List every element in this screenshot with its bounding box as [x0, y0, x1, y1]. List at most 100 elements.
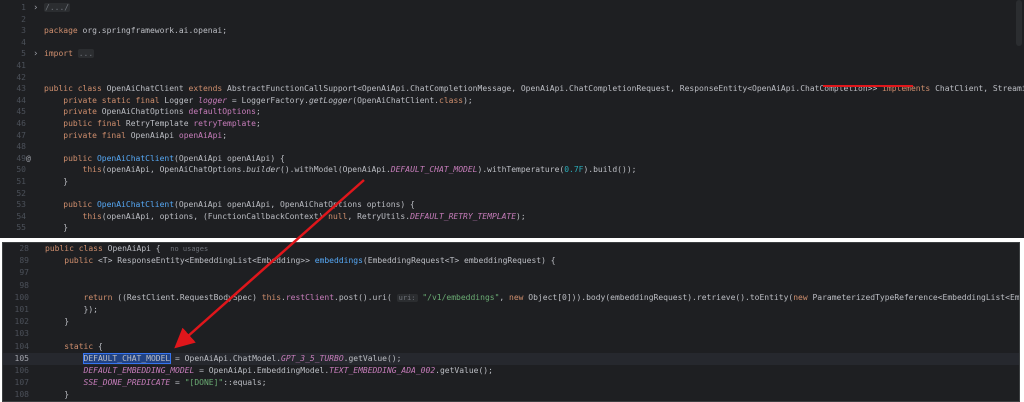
code-text: });	[45, 304, 98, 316]
line-number: 3	[21, 26, 26, 36]
line-number: 45	[16, 107, 26, 117]
line-number: 98	[19, 280, 29, 290]
top-code-editor[interactable]: 1 › /.../ 2 3 package org.springframework.ai.…	[0, 0, 1024, 238]
code-token: public final	[63, 119, 126, 128]
selected-token[interactable]: DEFAULT_CHAT_MODEL	[82, 352, 172, 364]
code-line[interactable]: 3 package org.springframework.ai.openai;	[0, 25, 1024, 37]
line-number: 107	[14, 378, 29, 388]
code-token: ;	[222, 130, 228, 140]
code-token: <T> ResponseEntity<EmbeddingList<Embeddi…	[97, 256, 315, 266]
line-number: 49	[16, 153, 26, 163]
code-text: public OpenAiChatClient(OpenAiApi openAi…	[44, 199, 415, 211]
line-number: 42	[16, 72, 26, 82]
code-token: defaultOptions	[188, 107, 256, 117]
code-token: (OpenAiChatClient.	[352, 95, 439, 105]
code-token: org.springframework.ai.openai;	[82, 26, 228, 36]
line-number: 97	[19, 268, 29, 278]
code-token: this	[82, 211, 102, 221]
code-token: (OpenAiApi openAiApi) {	[174, 153, 285, 163]
code-token: ,	[499, 292, 510, 302]
code-line[interactable]: 55 }	[0, 222, 1024, 234]
code-token: DEFAULT_EMBEDDING_MODEL	[83, 366, 195, 375]
code-line[interactable]: 41	[0, 60, 1024, 72]
code-token: {	[97, 341, 103, 351]
code-line[interactable]: 101 });	[3, 304, 1019, 316]
code-token: ;	[255, 119, 261, 128]
code-text: static {	[45, 341, 103, 353]
code-line[interactable]: 54 this(openAiApi, options, (FunctionCal…	[0, 211, 1024, 223]
code-line[interactable]: 1 › /.../	[0, 2, 1024, 14]
code-line[interactable]: 50 this(openAiApi, OpenAiChatOptions.bui…	[0, 164, 1024, 176]
code-line[interactable]: 53 public OpenAiChatClient(OpenAiApi ope…	[0, 199, 1024, 211]
code-line[interactable]: 2	[0, 14, 1024, 26]
code-line[interactable]: 44 private static final Logger logger = …	[0, 95, 1024, 107]
code-text: }	[45, 316, 69, 328]
code-token: null	[328, 211, 348, 221]
code-token: package	[44, 26, 83, 36]
code-line[interactable]: 103	[3, 328, 1019, 340]
code-token: ParameterizedTypeReference<EmbeddingList…	[812, 292, 1020, 302]
fold-chevron-icon[interactable]: ›	[33, 2, 38, 14]
code-line[interactable]: 48	[0, 141, 1024, 153]
override-annotation-icon[interactable]: @	[26, 153, 31, 165]
code-token: getLogger	[308, 95, 353, 105]
code-text: private final OpenAiApi openAiApi;	[44, 130, 227, 142]
code-line[interactable]: 104 static {	[3, 341, 1019, 353]
code-line[interactable]: 89 public <T> ResponseEntity<EmbeddingLi…	[3, 255, 1019, 267]
code-text: }	[44, 176, 68, 188]
code-token: OpenAiChatClient	[106, 84, 189, 94]
code-token: OpenAiApi	[130, 130, 179, 140]
code-line[interactable]: 28 public class OpenAiApi { no usages	[3, 243, 1019, 255]
code-line[interactable]: 5 › import ...	[0, 48, 1024, 60]
code-line[interactable]: 51 }	[0, 176, 1024, 188]
folded-region[interactable]: /.../	[44, 3, 71, 12]
code-token: openAiApi	[178, 130, 223, 140]
implements-chatclient-underline	[823, 85, 913, 87]
code-token: new	[509, 292, 529, 302]
code-token: no usages	[170, 245, 209, 253]
code-line[interactable]: 100 return ((RestClient.RequestBodySpec)…	[3, 292, 1019, 304]
code-token: DEFAULT_RETRY_TEMPLATE	[410, 211, 517, 221]
code-line[interactable]: 49 @ public OpenAiChatClient(OpenAiApi op…	[0, 153, 1024, 165]
code-token: , RetryUtils.	[347, 211, 411, 221]
code-line[interactable]: 105 DEFAULT_CHAT_MODEL = OpenAiApi.ChatM…	[3, 352, 1019, 365]
code-line[interactable]: 47 private final OpenAiApi openAiApi;	[0, 130, 1024, 142]
code-line[interactable]: 107 SSE_DONE_PREDICATE = "[DONE]"::equal…	[3, 377, 1019, 389]
bottom-code-editor[interactable]: 28 public class OpenAiApi { no usages 89 p…	[2, 242, 1020, 402]
code-token: public	[64, 256, 98, 266]
code-text: this(openAiApi, options, (FunctionCallba…	[44, 211, 526, 223]
code-text: SSE_DONE_PREDICATE = "[DONE]"::equals;	[45, 377, 267, 389]
code-token: logger	[198, 95, 228, 105]
code-text: /.../	[44, 2, 71, 14]
code-token: this	[82, 165, 102, 175]
code-line[interactable]: 106 DEFAULT_EMBEDDING_MODEL = OpenAiApi.…	[3, 365, 1019, 377]
code-text: DEFAULT_EMBEDDING_MODEL = OpenAiApi.Embe…	[45, 365, 493, 377]
code-line[interactable]: 46 public final RetryTemplate retryTempl…	[0, 118, 1024, 130]
code-token: private static final	[63, 95, 165, 105]
folded-region[interactable]: ...	[77, 49, 95, 59]
code-token: (EmbeddingRequest<T> embeddingRequest) {	[362, 256, 556, 266]
code-line[interactable]: 4	[0, 37, 1024, 49]
fold-chevron-icon[interactable]: ›	[33, 48, 38, 60]
code-token: .post().uri(	[334, 292, 397, 302]
code-token: ).build());	[583, 165, 637, 175]
code-line[interactable]: 108 }	[3, 389, 1019, 401]
code-line[interactable]: 98	[3, 280, 1019, 292]
code-line[interactable]: 52	[0, 188, 1024, 200]
code-line[interactable]: 97	[3, 267, 1019, 279]
code-line[interactable]: 102 }	[3, 316, 1019, 328]
code-text: public class OpenAiApi { no usages	[45, 243, 208, 255]
code-line[interactable]: 42	[0, 72, 1024, 84]
code-token: import	[44, 49, 78, 59]
code-line[interactable]: 45 private OpenAiChatOptions defaultOpti…	[0, 106, 1024, 118]
code-token: ChatClient, StreamingChatClient {	[935, 84, 1024, 94]
line-number: 51	[16, 177, 26, 186]
code-token: new	[793, 292, 813, 302]
code-text: return ((RestClient.RequestBodySpec) thi…	[45, 292, 1020, 304]
